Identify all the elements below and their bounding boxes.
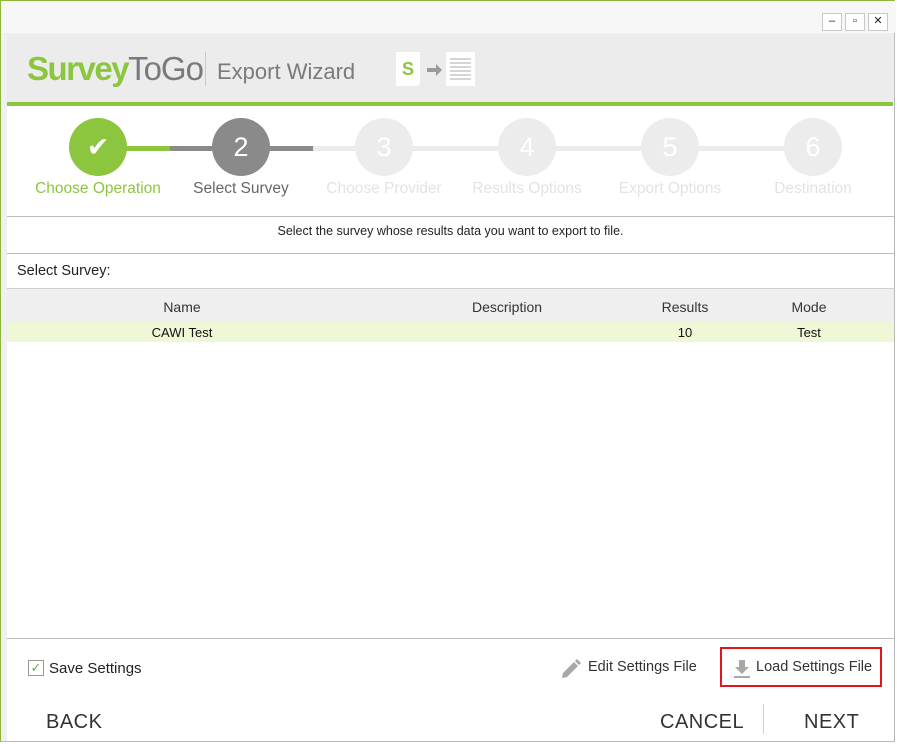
divider (7, 216, 894, 217)
wizard-content: ✔ 2 3 4 5 6 Choose Operation Select Surv… (7, 106, 894, 741)
step-2-label: Select Survey (193, 180, 289, 197)
save-settings-label[interactable]: Save Settings (49, 660, 142, 677)
column-results-header[interactable]: Results (635, 299, 735, 315)
load-settings-button[interactable]: Load Settings File (720, 647, 882, 687)
divider (7, 253, 894, 254)
step-6-circle: 6 (784, 118, 842, 176)
load-settings-label: Load Settings File (756, 659, 873, 675)
back-button[interactable]: BACK (46, 711, 102, 734)
title-bar: – ▫ ✕ (1, 1, 896, 33)
cell-name: CAWI Test (151, 325, 213, 340)
column-description-header[interactable]: Description (432, 299, 582, 315)
save-settings-checkbox[interactable]: ✓ (28, 660, 44, 676)
step-1-circle: ✔ (69, 118, 127, 176)
step-4-circle: 4 (498, 118, 556, 176)
button-separator (763, 704, 764, 734)
cell-mode: Test (797, 325, 821, 340)
survey-to-document-icon: S (396, 52, 475, 86)
next-button[interactable]: NEXT (804, 711, 859, 734)
select-survey-label: Select Survey: (17, 263, 111, 279)
header-separator (205, 52, 206, 86)
column-mode-header[interactable]: Mode (759, 299, 859, 315)
step-indicator: ✔ 2 3 4 5 6 Choose Operation Select Surv… (7, 106, 894, 216)
edit-settings-label: Edit Settings File (588, 659, 697, 675)
cell-results: 10 (677, 325, 693, 340)
column-name-header[interactable]: Name (107, 299, 257, 315)
surveytogo-logo: SurveyToGo (27, 50, 204, 87)
step-4-label: Results Options (472, 180, 582, 197)
step-3-circle: 3 (355, 118, 413, 176)
footer-divider (7, 638, 894, 639)
export-wizard-window: – ▫ ✕ SurveyToGo Export Wizard S ✔ 2 3 4… (0, 0, 896, 742)
download-icon (734, 660, 750, 678)
pencil-icon (562, 659, 581, 678)
step-5-circle: 5 (641, 118, 699, 176)
wizard-header: SurveyToGo Export Wizard S (7, 34, 893, 106)
step-2-circle: 2 (212, 118, 270, 176)
wizard-title: Export Wizard (217, 59, 356, 84)
step-5-label: Export Options (618, 180, 722, 197)
cancel-button[interactable]: CANCEL (660, 711, 744, 734)
step-3-label: Choose Provider (326, 180, 442, 197)
step-6-label: Destination (774, 180, 852, 197)
minimize-button[interactable]: – (822, 13, 842, 31)
table-row[interactable]: CAWI Test 10 Test (7, 322, 894, 342)
svg-text:S: S (402, 59, 414, 79)
close-button[interactable]: ✕ (868, 13, 888, 31)
table-header: Name Description Results Mode (7, 288, 894, 323)
instruction-text: Select the survey whose results data you… (277, 224, 624, 238)
maximize-button[interactable]: ▫ (845, 13, 865, 31)
step-1-label: Choose Operation (35, 180, 161, 197)
